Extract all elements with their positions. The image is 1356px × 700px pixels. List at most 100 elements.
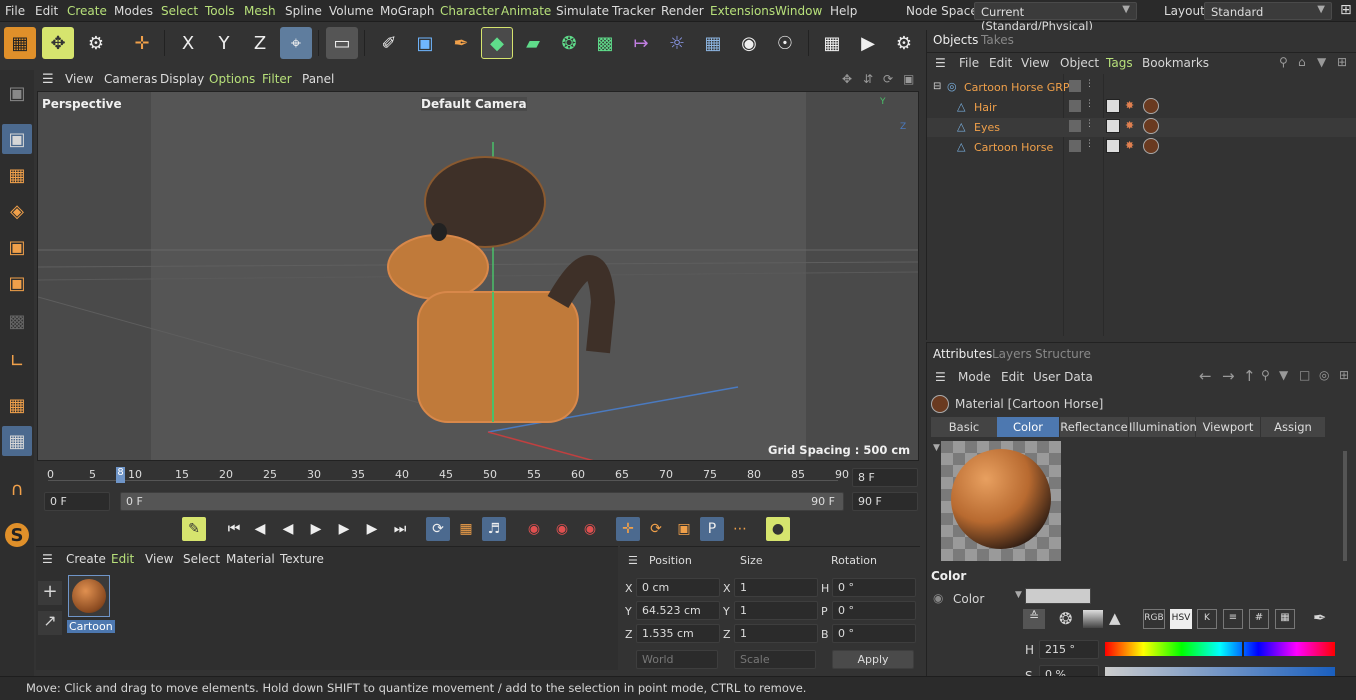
key-pos-icon[interactable]: ✛ <box>616 517 640 541</box>
record-icon[interactable]: ◉ <box>522 517 546 541</box>
current-frame-field[interactable]: 8 F <box>852 468 918 487</box>
menu-tools[interactable]: Tools <box>205 4 235 18</box>
menu-tracker[interactable]: Tracker <box>612 4 655 18</box>
arrow-icon[interactable]: ↗ <box>38 611 62 635</box>
tree-row[interactable]: △ Hair ⋮ ✸ <box>927 98 1356 117</box>
key-points-icon[interactable]: ⋯ <box>728 517 752 541</box>
play-icon[interactable]: ▶ <box>304 517 328 541</box>
phong-tag-icon[interactable]: ✸ <box>1125 99 1134 112</box>
tree-row[interactable]: △ Cartoon Horse ⋮ ✸ <box>927 138 1356 157</box>
z-axis-icon[interactable]: Z <box>244 27 276 59</box>
visibility-dots-icon[interactable]: ⋮ <box>1085 139 1094 149</box>
auto-key-icon[interactable]: ◉ <box>550 517 574 541</box>
world-dropdown[interactable]: World <box>636 650 718 669</box>
menu-volume[interactable]: Volume <box>329 4 374 18</box>
scale-dropdown[interactable]: Scale <box>734 650 816 669</box>
add-icon[interactable]: + <box>38 581 62 605</box>
spline-pen-icon[interactable]: ✐ <box>373 27 405 59</box>
material-tag-icon[interactable] <box>1143 138 1159 154</box>
tab-structure[interactable]: Structure <box>1035 347 1091 361</box>
tree-row[interactable]: △ Eyes ⋮ ✸ <box>927 118 1356 137</box>
move-tool-icon[interactable]: ✥ <box>42 27 74 59</box>
tab-takes[interactable]: Takes <box>981 33 1014 47</box>
visibility-toggle[interactable] <box>1069 80 1081 92</box>
cloner-icon[interactable]: ▩ <box>589 27 621 59</box>
menu-character[interactable]: Character <box>440 4 499 18</box>
go-to-end-icon[interactable]: ⏭ <box>388 517 412 541</box>
menu-simulate[interactable]: Simulate <box>556 4 609 18</box>
timeline[interactable]: 0 5 10 15 20 25 30 35 40 45 50 55 60 65 … <box>36 462 920 512</box>
render-settings-icon[interactable]: ⚙ <box>888 27 920 59</box>
layout-dropdown[interactable]: Standard ▼ <box>1204 2 1332 20</box>
uv-icon[interactable]: ▩ <box>2 306 32 336</box>
scrollbar[interactable] <box>1343 451 1347 561</box>
home-icon[interactable]: ⌂ <box>1298 55 1306 69</box>
pos-y-field[interactable]: 64.523 cm <box>636 601 720 620</box>
start-frame-field[interactable]: 0 F <box>44 492 110 511</box>
vp-menu-view[interactable]: View <box>65 72 93 86</box>
material-name[interactable]: Cartoon <box>67 620 115 633</box>
phong-tag-icon[interactable]: ✸ <box>1125 139 1134 152</box>
mat-menu-texture[interactable]: Texture <box>280 552 324 566</box>
phong-tag-icon[interactable]: ✸ <box>1125 119 1134 132</box>
playhead[interactable]: 8 <box>116 467 125 483</box>
obj-menu-object[interactable]: Object <box>1060 56 1099 70</box>
material-tag-icon[interactable] <box>1143 118 1159 134</box>
go-to-start-icon[interactable]: ⏮ <box>222 517 246 541</box>
tab-objects[interactable]: Objects <box>933 33 978 47</box>
mograph-cloner-icon[interactable]: ❂ <box>553 27 585 59</box>
material-tag-icon[interactable] <box>1143 98 1159 114</box>
texture-icon[interactable]: ▦ <box>2 160 32 190</box>
next-key-icon[interactable]: ▶ <box>360 517 384 541</box>
points-icon[interactable]: ◈ <box>2 196 32 226</box>
pan-icon[interactable]: ✥ <box>842 72 852 86</box>
menu-create[interactable]: Create <box>67 4 107 18</box>
max-frame-field[interactable]: 90 F <box>852 492 918 511</box>
h-field[interactable]: 215 ° <box>1039 640 1099 659</box>
key-param-icon[interactable]: P <box>700 517 724 541</box>
hamburger-icon[interactable]: ☰ <box>628 554 638 567</box>
menu-edit[interactable]: Edit <box>35 4 58 18</box>
attr-btn-viewport[interactable]: Viewport <box>1196 417 1260 437</box>
attr-menu-user-data[interactable]: User Data <box>1033 370 1093 384</box>
mode-hsv[interactable]: HSV <box>1170 609 1192 629</box>
film-icon[interactable]: ▦ <box>454 517 478 541</box>
menu-animate[interactable]: Animate <box>501 4 551 18</box>
menu-file[interactable]: File <box>5 4 25 18</box>
make-editable-icon[interactable]: ▣ <box>2 78 32 108</box>
obj-menu-file[interactable]: File <box>959 56 979 70</box>
polygons-icon[interactable]: ▣ <box>2 268 32 298</box>
forward-arrow-icon[interactable]: → <box>1222 367 1235 385</box>
render-picture-icon[interactable]: ▶ <box>852 27 884 59</box>
menu-select[interactable]: Select <box>161 4 198 18</box>
new-panel-icon[interactable]: ⊞ <box>1339 368 1349 382</box>
mat-menu-edit[interactable]: Edit <box>111 552 134 566</box>
menu-extensions[interactable]: Extensions <box>710 4 775 18</box>
pos-z-field[interactable]: 1.535 cm <box>636 624 720 643</box>
image-icon[interactable]: ▲ <box>1109 609 1121 627</box>
prev-frame-icon[interactable]: ◀ <box>276 517 300 541</box>
texture-tag-icon[interactable] <box>1106 139 1120 153</box>
tree-row[interactable]: ⊟ ◎ Cartoon Horse GRP ⋮ <box>927 78 1356 97</box>
viewport[interactable]: Perspective Default Camera Grid Spacing … <box>37 91 919 461</box>
tab-attributes[interactable]: Attributes <box>933 347 992 361</box>
up-arrow-icon[interactable]: ↑ <box>1243 367 1256 385</box>
prev-key-icon[interactable]: ◀ <box>248 517 272 541</box>
filter-icon[interactable]: ▼ <box>1317 55 1326 69</box>
visibility-toggle[interactable] <box>1069 100 1081 112</box>
attr-menu-edit[interactable]: Edit <box>1001 370 1024 384</box>
rot-p-field[interactable]: 0 ° <box>832 601 916 620</box>
light-icon[interactable]: ☉ <box>769 27 801 59</box>
size-x-field[interactable]: 1 <box>734 578 818 597</box>
attr-btn-reflectance[interactable]: Reflectance <box>1060 417 1128 437</box>
color-wheel-icon[interactable]: ❂ <box>1059 609 1072 628</box>
menu-mograph[interactable]: MoGraph <box>380 4 435 18</box>
radio-icon[interactable]: ◉ <box>933 591 943 605</box>
visibility-toggle[interactable] <box>1069 140 1081 152</box>
back-arrow-icon[interactable]: ← <box>1199 367 1212 385</box>
camera-icon[interactable]: ◉ <box>733 27 765 59</box>
loop-icon[interactable]: ⟳ <box>426 517 450 541</box>
mode-rgb[interactable]: RGB <box>1143 609 1165 629</box>
size-z-field[interactable]: 1 <box>734 624 818 643</box>
lock-icon[interactable]: □ <box>1299 368 1310 382</box>
